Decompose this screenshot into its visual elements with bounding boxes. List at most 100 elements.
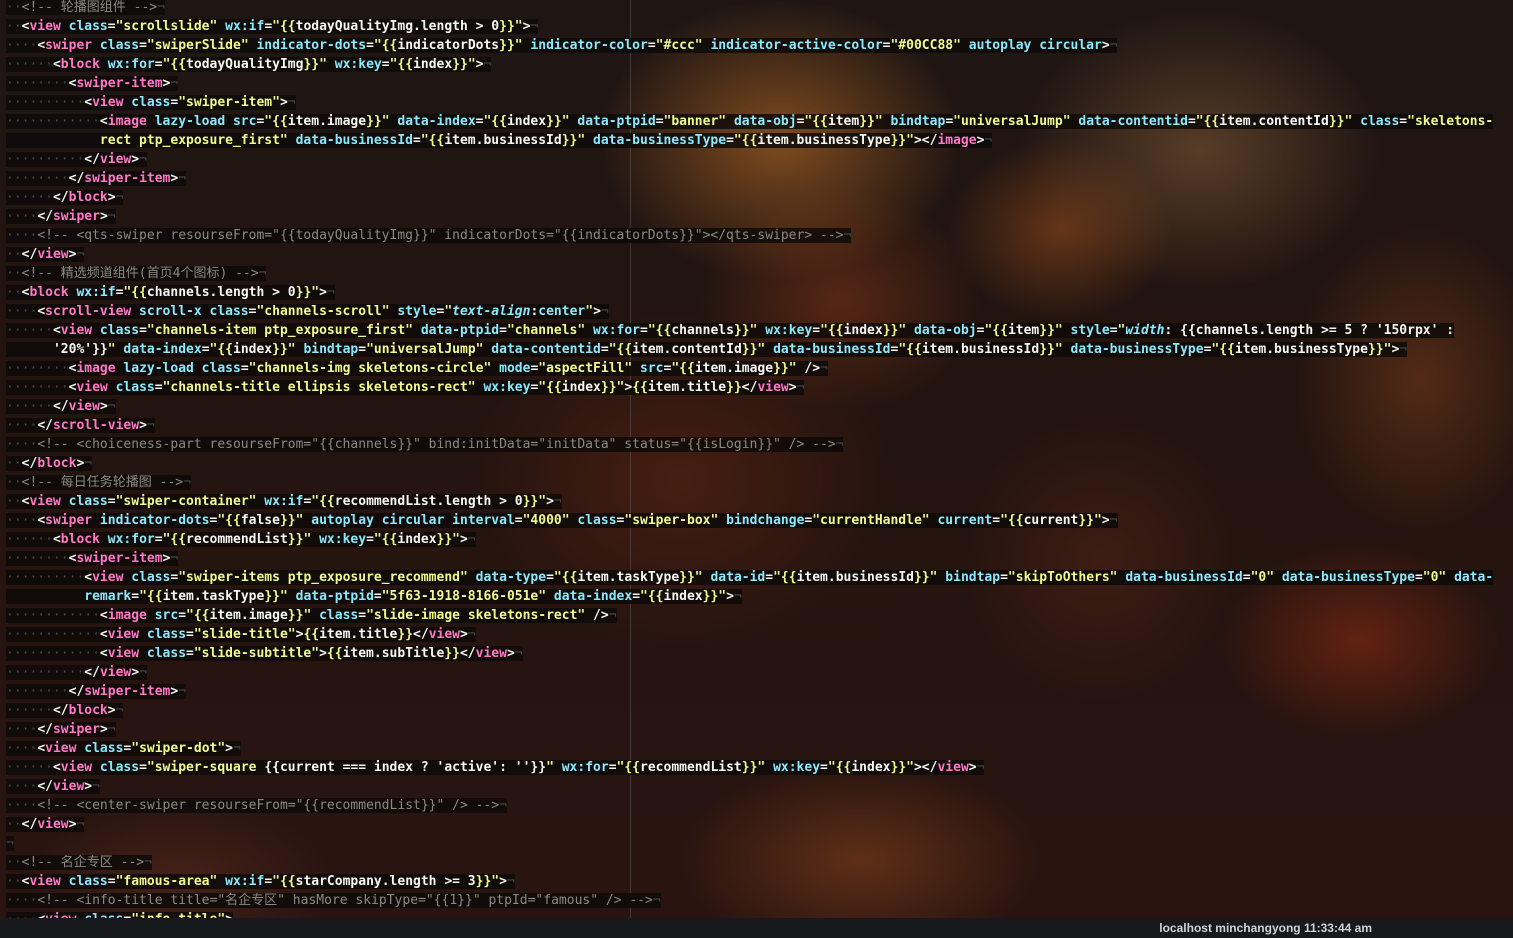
code-token: ¬ xyxy=(107,399,116,414)
code-line-content: ··········</view>¬ xyxy=(6,665,147,680)
code-line[interactable]: ··<!-- 名企专区 -->¬ xyxy=(6,853,152,872)
code-line[interactable]: ··········<view class = "swiper-items ptp_… xyxy=(6,568,1494,587)
code-token: ······ xyxy=(6,703,53,718)
code-token: ¬ xyxy=(835,437,844,452)
code-line-content: ············<view class="slide-subtitle"… xyxy=(6,646,523,661)
code-line[interactable]: rect ptp_exposure_first" data-businessId… xyxy=(6,131,993,150)
code-token: "slide-subtitle" xyxy=(193,646,320,661)
code-token: index xyxy=(561,380,601,395)
code-token: class xyxy=(60,19,108,34)
code-line[interactable]: ········<swiper-item>¬ xyxy=(6,74,179,93)
code-line-content: ······<view class="channels-item ptp_exp… xyxy=(6,323,1455,338)
code-token: }}" xyxy=(522,494,547,509)
code-line[interactable]: ··</view>¬ xyxy=(6,245,85,264)
code-editor[interactable]: ··<!-- 轮播图组件 -->¬ ··<view class="scrollsl… xyxy=(0,0,1513,927)
code-line-content: ····<!-- <qts-swiper resourseFrom="{{tod… xyxy=(6,228,852,243)
code-line[interactable]: ······</block>¬ xyxy=(6,188,124,207)
code-token: > xyxy=(139,418,147,433)
code-line[interactable]: ········<view class="channels-title elli… xyxy=(6,378,805,397)
code-line-content: ····</swiper>¬ xyxy=(6,209,116,224)
code-line-content: ··</view>¬ xyxy=(6,817,85,832)
code-token: </ xyxy=(37,722,53,737)
code-line[interactable]: ····<view class="swiper-dot">¬ xyxy=(6,739,241,758)
code-token: "{{ xyxy=(162,57,187,72)
code-token: = xyxy=(1242,570,1251,585)
code-line[interactable]: ¬ xyxy=(6,834,14,853)
code-line[interactable]: ··<view class="swiper-container" wx:if="… xyxy=(6,492,562,511)
code-token: class xyxy=(92,760,140,775)
code-line[interactable]: ····</view>¬ xyxy=(6,777,100,796)
code-line[interactable]: '20%'}}" data-index="{{index}}" bindtap=… xyxy=(6,340,1408,359)
code-line[interactable]: ··········<view class="swiper-item">¬ xyxy=(6,93,296,112)
code-line[interactable]: ········</swiper-item>¬ xyxy=(6,682,187,701)
code-token: : {{channels.length >= 5 ? '150rpx' : xyxy=(1164,323,1455,338)
code-line[interactable]: ····<!-- <choiceness-part resourseFrom="… xyxy=(6,435,844,454)
code-line[interactable]: ········<image lazy-load class="channels… xyxy=(6,359,828,378)
code-line[interactable]: ············<view class="slide-title">{{… xyxy=(6,625,476,644)
code-line[interactable]: ····<!-- <center-swiper resourseFrom="{{… xyxy=(6,796,507,815)
code-token: < xyxy=(52,57,61,72)
code-line[interactable]: ······<view class="swiper-square {{curre… xyxy=(6,758,985,777)
code-line[interactable]: ··</view>¬ xyxy=(6,815,85,834)
code-line[interactable]: ····<!-- <info-title title="名企专区" hasMor… xyxy=(6,891,661,910)
code-line[interactable]: ··<!-- 轮播图组件 -->¬ xyxy=(6,0,165,17)
code-line[interactable]: ··<view class="famous-area" wx:if="{{sta… xyxy=(6,872,515,891)
code-token: mode xyxy=(491,361,531,376)
code-token: class xyxy=(92,323,140,338)
code-line[interactable]: ··</block>¬ xyxy=(6,454,93,473)
code-line[interactable]: ····<scroll-view scroll-x class="channel… xyxy=(6,302,609,321)
code-token: {{ xyxy=(632,380,648,395)
code-line[interactable]: ············<view class="slide-subtitle"… xyxy=(6,644,523,663)
code-line[interactable]: ··········</view>¬ xyxy=(6,150,147,169)
code-token: view xyxy=(37,247,69,262)
code-token: < xyxy=(99,646,108,661)
code-token: ········ xyxy=(6,171,69,186)
code-line[interactable]: ······</block>¬ xyxy=(6,701,124,720)
code-token: data-ptpid xyxy=(569,114,656,129)
code-token: = xyxy=(139,38,147,53)
code-line[interactable]: ··<view class="scrollslide" wx:if="{{tod… xyxy=(6,17,539,36)
code-line[interactable]: ······</view>¬ xyxy=(6,397,116,416)
code-token: ¬ xyxy=(183,475,191,490)
code-token: ¬ xyxy=(843,228,852,243)
code-token: = xyxy=(726,133,734,148)
code-line[interactable]: ··<!-- 精选频道组件(首页4个图标) -->¬ xyxy=(6,264,267,283)
code-token: = xyxy=(366,38,374,53)
code-line[interactable]: ······<block wx:for="{{todayQualityImg}}… xyxy=(6,55,492,74)
code-line[interactable]: remark="{{item.taskType}}" data-ptpid="5… xyxy=(6,587,742,606)
code-token: ···· xyxy=(6,893,38,908)
code-token: item.title xyxy=(647,380,727,395)
code-line[interactable]: ············<image src="{{item.image}}" … xyxy=(6,606,617,625)
code-line[interactable]: ······<block wx:for="{{recommendList}}" … xyxy=(6,530,476,549)
code-token: swiper xyxy=(52,209,100,224)
code-line[interactable]: ········<swiper-item>¬ xyxy=(6,549,179,568)
code-line[interactable]: ········</swiper-item>¬ xyxy=(6,169,187,188)
code-token: < xyxy=(99,608,108,623)
code-token: wx:key xyxy=(765,760,821,775)
code-line-content: rect ptp_exposure_first" data-businessId… xyxy=(6,133,993,148)
code-token: }} xyxy=(444,646,460,661)
code-line[interactable]: ····<swiper indicator-dots="{{false}}" a… xyxy=(6,511,1118,530)
code-line[interactable]: ··<!-- 每日任务轮播图 -->¬ xyxy=(6,473,191,492)
code-line[interactable]: ······<view class="channels-item ptp_exp… xyxy=(6,321,1455,340)
code-token: "currentHandle" xyxy=(812,513,930,528)
code-line[interactable]: ············<image lazy-load src="{{item… xyxy=(6,112,1494,131)
code-token: view xyxy=(37,817,69,832)
code-line[interactable]: ····<!-- <qts-swiper resourseFrom="{{tod… xyxy=(6,226,852,245)
code-token: "#ccc" xyxy=(655,38,703,53)
code-line[interactable]: ··<block wx:if="{{channels.length > 0}}"… xyxy=(6,283,335,302)
code-line-content: ··<!-- 每日任务轮播图 -->¬ xyxy=(6,475,191,490)
code-token: = xyxy=(1399,114,1408,129)
code-line[interactable]: ····</scroll-view>¬ xyxy=(6,416,155,435)
code-line[interactable]: ····</swiper>¬ xyxy=(6,720,116,739)
code-token: item.taskType xyxy=(162,589,265,604)
code-token: > xyxy=(460,532,468,547)
code-token: ···· xyxy=(6,304,38,319)
code-line[interactable]: ··········</view>¬ xyxy=(6,663,147,682)
code-token: ></ xyxy=(913,760,938,775)
code-token: < xyxy=(52,760,61,775)
code-token: rect ptp_exposure_first" xyxy=(99,133,288,148)
code-line[interactable]: ····<swiper class="swiperSlide" indicato… xyxy=(6,36,1118,55)
code-line[interactable]: ····</swiper>¬ xyxy=(6,207,116,226)
code-token: = xyxy=(765,570,774,585)
